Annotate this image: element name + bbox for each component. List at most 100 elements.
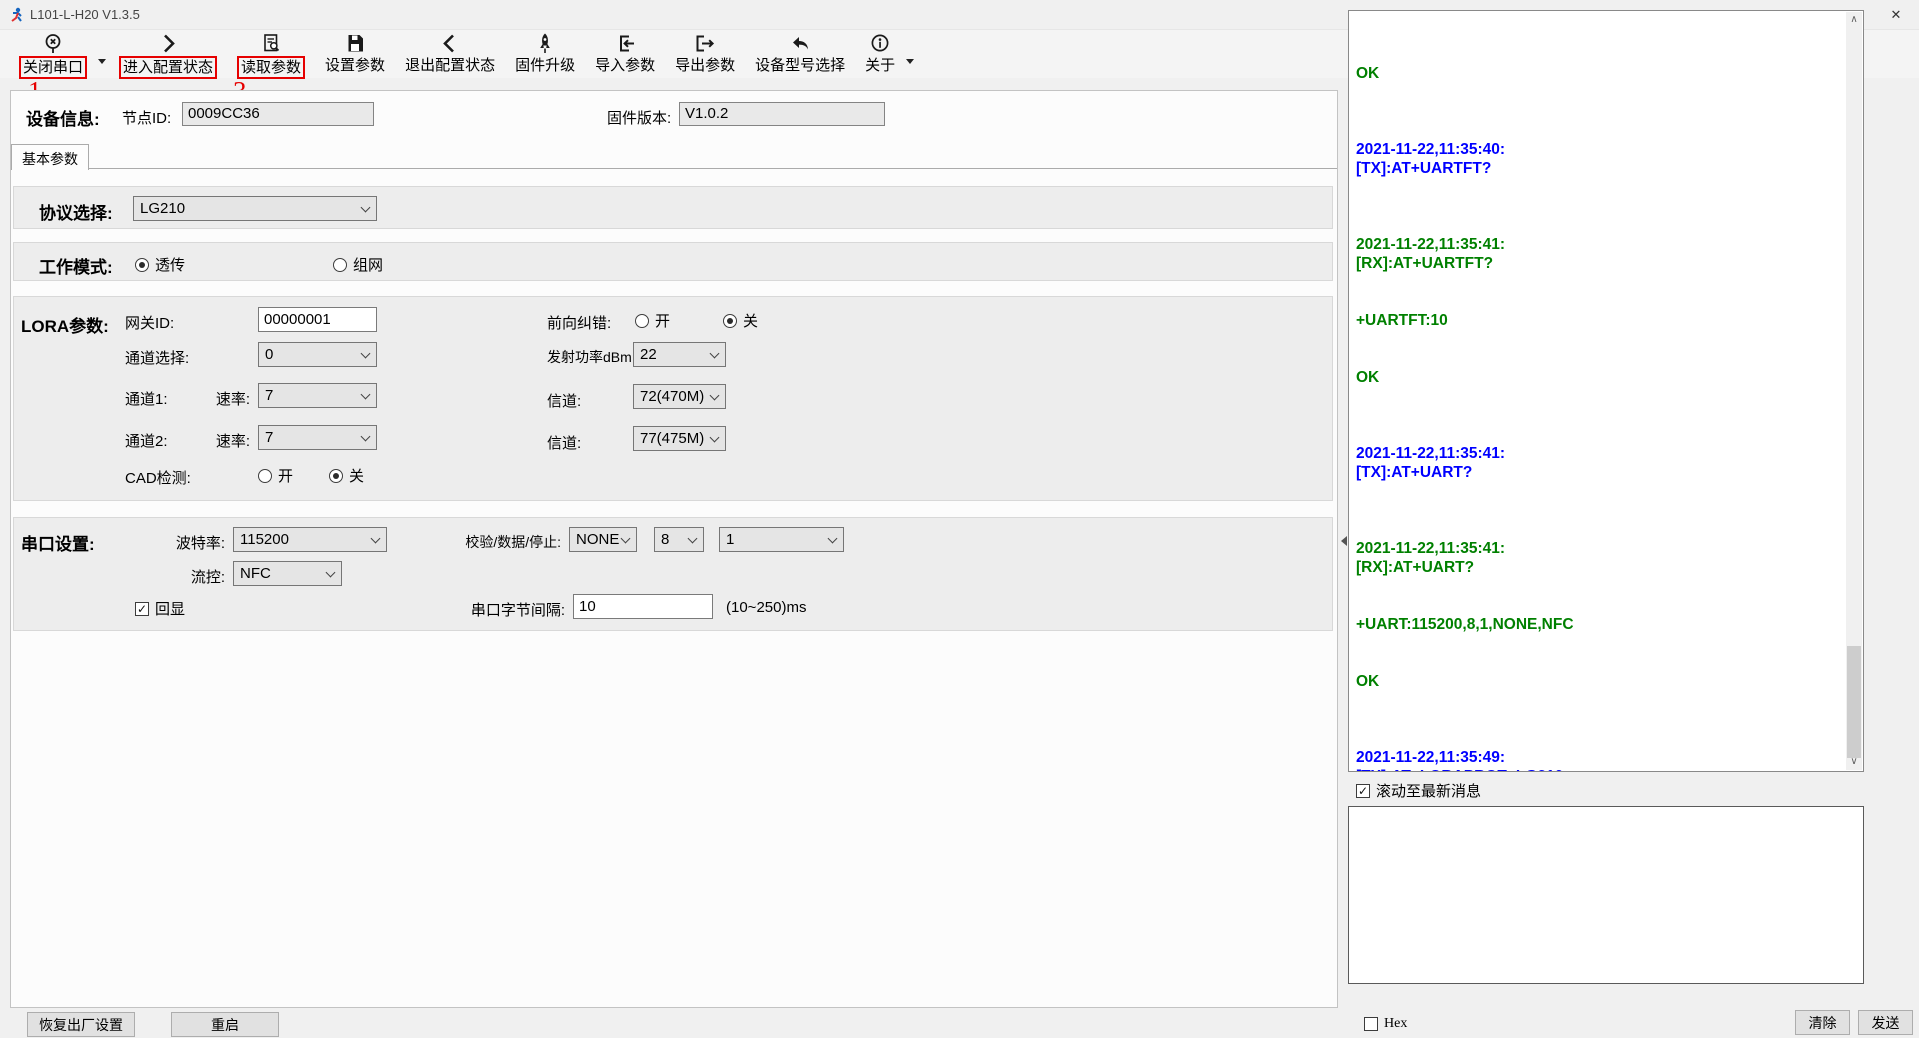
send-button[interactable]: 发送 (1858, 1010, 1913, 1035)
byte-interval-field[interactable]: 10 (573, 594, 713, 619)
channel2-label: 通道2: (125, 430, 168, 451)
radio-fec-off[interactable]: 关 (723, 310, 758, 331)
radio-label: 开 (278, 465, 293, 486)
log-entry: 2021-11-22,11:35:49: [TX]:AT+LORAPROT=LG… (1356, 748, 1841, 772)
tab-basic-params[interactable]: 基本参数 (11, 144, 89, 170)
chevron-down-icon (361, 349, 371, 359)
stop-bits-combo[interactable]: 1 (719, 527, 844, 552)
toolbar-label: 读取参数 (237, 56, 305, 79)
hex-checkbox[interactable]: Hex (1364, 1016, 1407, 1032)
channel2-rate-combo[interactable]: 7 (258, 425, 377, 450)
radio-icon (723, 314, 737, 328)
radio-icon (135, 258, 149, 272)
toolbar-label: 退出配置状态 (405, 56, 495, 75)
flow-control-label: 流控: (95, 566, 225, 587)
baud-combo[interactable]: 115200 (233, 527, 387, 552)
combo-value: 0 (265, 346, 273, 363)
toolbar-button-firmware-upgrade[interactable]: 固件升级 (506, 32, 584, 75)
combo-value: 22 (640, 346, 657, 363)
lora-group: LORA参数: 网关ID: 00000001 前向纠错: 开 关 通道选择: 0… (13, 296, 1333, 501)
protocol-select[interactable]: LG210 (133, 196, 377, 221)
reboot-button[interactable]: 重启 (171, 1012, 279, 1037)
tx-power-label: 发射功率dBm: (547, 347, 636, 367)
chevron-down-icon (710, 433, 720, 443)
toolbar-button-import-params[interactable]: 导入参数 (586, 32, 664, 75)
toolbar-button-exit-config[interactable]: 退出配置状态 (396, 32, 504, 75)
log-entry: 2021-11-22,11:35:40: [TX]:AT+UARTFT? (1356, 140, 1841, 178)
channel-select-combo[interactable]: 0 (258, 342, 377, 367)
toolbar-button-close-serial[interactable]: 关闭串口 (10, 32, 96, 79)
log-panel[interactable]: OK 2021-11-22,11:35:40: [TX]:AT+UARTFT? … (1348, 10, 1864, 772)
checkbox-label: 滚动至最新消息 (1376, 780, 1481, 801)
serial-close-icon (42, 32, 64, 56)
chevron-down-icon (710, 349, 720, 359)
radio-icon (258, 469, 272, 483)
echo-checkbox[interactable]: ✓回显 (135, 598, 185, 619)
toolbar-label: 进入配置状态 (119, 56, 217, 79)
combo-value: 7 (265, 387, 273, 404)
log-entry: OK (1356, 368, 1841, 387)
radio-label: 开 (655, 310, 670, 331)
checkbox-icon (1364, 1017, 1378, 1031)
lora-params-label: LORA参数: (21, 312, 109, 337)
serial-dropdown-caret[interactable] (98, 59, 106, 64)
radio-cad-off[interactable]: 关 (329, 465, 364, 486)
about-dropdown-caret[interactable] (906, 59, 914, 64)
combo-value: 7 (265, 429, 273, 446)
scroll-up-icon[interactable]: ∧ (1846, 12, 1862, 28)
factory-reset-button[interactable]: 恢复出厂设置 (27, 1012, 135, 1037)
rf-channel1-combo[interactable]: 72(470M) (633, 384, 726, 409)
log-entry: 2021-11-22,11:35:41: [RX]:AT+UARTFT? (1356, 235, 1841, 273)
import-params-icon (613, 32, 637, 56)
firmware-version-field[interactable]: V1.0.2 (679, 102, 885, 126)
scroll-latest-checkbox[interactable]: ✓ 滚动至最新消息 (1356, 780, 1481, 801)
log-scrollbar[interactable]: ∧ ∨ (1846, 12, 1862, 770)
toolbar-button-set-params[interactable]: 设置参数 (316, 32, 394, 75)
flow-control-combo[interactable]: NFC (233, 561, 342, 586)
toolbar-button-about[interactable]: 关于 (856, 32, 904, 75)
toolbar-button-device-model[interactable]: 设备型号选择 (746, 32, 854, 75)
app-icon (9, 7, 25, 23)
cad-label: CAD检测: (125, 467, 191, 488)
combo-value: 1 (726, 531, 734, 548)
radio-label: 关 (743, 310, 758, 331)
close-button[interactable]: ✕ (1873, 0, 1919, 30)
radio-transparent-mode[interactable]: 透传 (135, 254, 185, 275)
protocol-label: 协议选择: (39, 199, 113, 224)
radio-icon (333, 258, 347, 272)
combo-value: 8 (661, 531, 669, 548)
send-input[interactable] (1349, 807, 1863, 983)
device-info-label: 设备信息: (26, 105, 100, 130)
gateway-id-field[interactable]: 00000001 (258, 307, 377, 332)
toolbar-button-export-params[interactable]: 导出参数 (666, 32, 744, 75)
chevron-down-icon (828, 534, 838, 544)
chevron-down-icon (710, 391, 720, 401)
tx-power-combo[interactable]: 22 (633, 342, 726, 367)
read-params-icon (260, 32, 282, 56)
channel1-rate-combo[interactable]: 7 (258, 383, 377, 408)
rf-channel2-label: 信道: (547, 432, 581, 453)
radio-label: 组网 (353, 254, 383, 275)
chevron-down-icon (361, 203, 371, 213)
radio-icon (329, 469, 343, 483)
radio-fec-on[interactable]: 开 (635, 310, 670, 331)
clear-button[interactable]: 清除 (1795, 1010, 1850, 1035)
window-title: L101-L-H20 V1.3.5 (30, 7, 140, 22)
parity-combo[interactable]: NONE (569, 527, 637, 552)
rate1-label: 速率: (190, 388, 250, 409)
fec-label: 前向纠错: (547, 312, 611, 333)
log-entry: OK (1356, 672, 1841, 691)
radio-cad-on[interactable]: 开 (258, 465, 293, 486)
rf-channel2-combo[interactable]: 77(475M) (633, 426, 726, 451)
about-icon (869, 32, 891, 56)
data-bits-combo[interactable]: 8 (654, 527, 704, 552)
radio-network-mode[interactable]: 组网 (333, 254, 383, 275)
node-id-field[interactable]: 0009CC36 (182, 102, 374, 126)
checkbox-label: Hex (1384, 1016, 1407, 1032)
splitter-collapse-icon[interactable] (1341, 536, 1347, 546)
scroll-down-icon[interactable]: ∨ (1846, 754, 1862, 770)
scrollbar-thumb[interactable] (1847, 646, 1861, 758)
toolbar-button-read-params[interactable]: 读取参数 (228, 32, 314, 79)
baud-label: 波特率: (95, 532, 225, 553)
toolbar-button-enter-config[interactable]: 进入配置状态 (110, 32, 226, 79)
